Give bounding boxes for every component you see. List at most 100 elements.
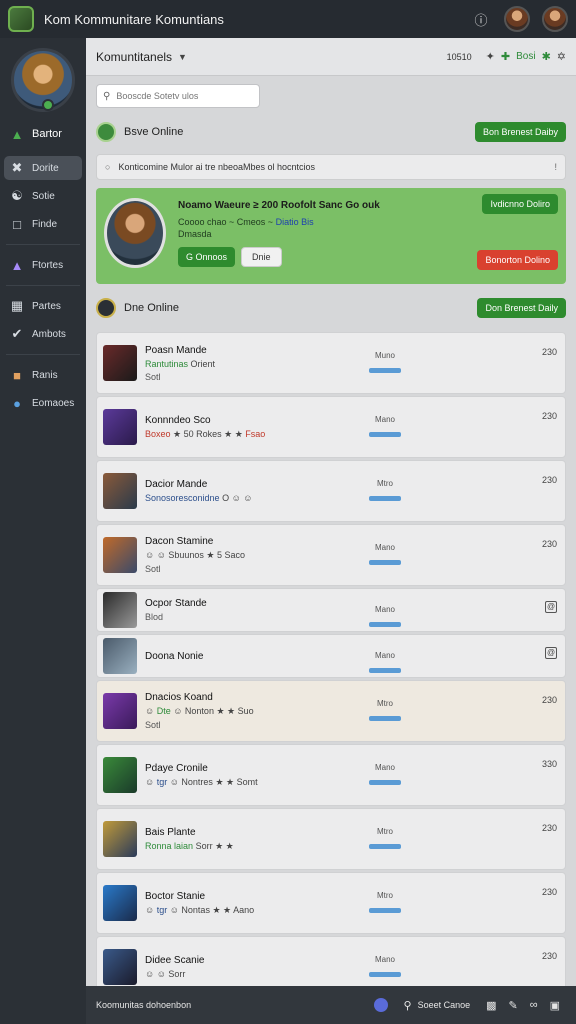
sidebar-item-dorite[interactable]: ✖ Dorite [4,156,82,180]
member-count: 230 [541,411,557,421]
list-item[interactable]: Doona Nonie Mano @ [96,634,566,678]
sidebar-item-ambots[interactable]: ✔ Ambots [4,322,82,346]
sidebar-item-ftortes[interactable]: ▲ Ftortes [4,253,82,277]
sidebar-item-label: Partes [32,300,61,312]
member-menu-icon[interactable]: @ [545,647,557,659]
member-status: Mano [369,763,401,790]
featured-top-button[interactable]: Ivdicnno Doliro [482,194,558,214]
list-item[interactable]: Dnacios Koand ☺ Dte ☺ Nonton ★ ★ Suo Sot… [96,680,566,742]
sidebar-item-eomaoes[interactable]: ● Eomaoes [4,391,82,415]
member-count: 230 [541,695,557,705]
sidebar-divider [6,285,80,286]
chat-icon[interactable]: ▩ [486,999,496,1012]
featured-bottom-button[interactable]: Bonorton Dolino [477,250,558,270]
list-item[interactable]: Bais Plante Ronna laian Sorr ★ ★ Mtro 23… [96,808,566,870]
sidebar-item-bartor[interactable]: ▲ Bartor [4,122,82,146]
list-item[interactable]: Ocpor Stande Blod Mano @ [96,588,566,632]
settings-icon[interactable]: ✡ [557,50,566,63]
sidebar-item-partes[interactable]: ▦ Partes [4,294,82,318]
online-section-header: Bsve Online Bon Brenest Daiby [86,112,576,152]
sidebar-item-finde[interactable]: □ Finde [4,212,82,236]
featured-tag: Diatio Bis [275,217,314,227]
panel-header: Komuntitanels ▼ 10510 ✦ ✚ Bosi ✱ ✡ [86,38,576,76]
edit-icon[interactable]: ✎ [509,999,518,1012]
status-text: Koomunitas dohoenbon [96,1000,192,1010]
controller-icon: ▲ [10,126,24,142]
member-count: 230 [541,951,557,961]
list-item[interactable]: Pdaye Cronile ☺ tgr ☺ Nontres ★ ★ Somt M… [96,744,566,806]
list-item[interactable]: Konnndeo Sco Boxeo ★ 50 Rokes ★ ★ Fsao M… [96,396,566,458]
window-title: Kom Kommunitare Komuntians [44,11,224,27]
done-section-header: Dne Online Don Brenest Daily [86,288,576,328]
sidebar-item-sotie[interactable]: ☯ Sotie [4,184,82,208]
help-icon[interactable]: ⓘ [470,8,492,30]
main-panel: Komuntitanels ▼ 10510 ✦ ✚ Bosi ✱ ✡ ⚲ Bsv… [86,38,576,986]
panel-title: Komuntitanels [96,49,173,64]
member-sub: ☺ ☺ Sbuunos ★ 5 Saco [145,550,246,560]
info-text: Konticomine Mulor ai tre nbeoaMbes ol ho… [118,162,316,172]
member-sub: Sonosoresconidne O ☺ ☺ [145,493,253,503]
member-name: Pdaye Cronile [145,762,208,774]
featured-right-actions: Ivdicnno Doliro Bonorton Dolino [477,194,558,270]
done-group-icon [96,298,116,318]
member-sub: ☺ Dte ☺ Nonton ★ ★ Suo [145,706,254,716]
member-status: Muno [369,351,401,378]
search-box[interactable]: ⚲ [96,84,260,108]
sidebar-item-label: Ftortes [32,259,64,271]
member-name: Boctor Stanie [145,890,206,902]
check-icon: ✔ [11,326,23,341]
member-count: 230 [541,539,557,549]
user-avatar[interactable] [542,6,568,32]
list-item[interactable]: Dacior Mande Sonosoresconidne O ☺ ☺ Mtro… [96,460,566,522]
search-icon: ⚲ [103,90,111,102]
member-menu-icon[interactable]: @ [545,601,557,613]
section-title: Dne Online [124,302,180,314]
member-count: 330 [541,759,557,769]
sidebar-divider [6,354,80,355]
friend-avatar[interactable] [504,6,530,32]
link-icon[interactable]: ∞ [530,999,538,1011]
featured-avatar [104,198,166,268]
section-title: Bsve Online [124,126,184,138]
member-thumb [103,592,137,628]
status-label: Soeet Canoe [417,1000,471,1010]
list-item[interactable]: Boctor Stanie ☺ tgr ☺ Nontas ★ ★ Aano Mt… [96,872,566,934]
member-status: Mtro [369,891,401,918]
add-user-icon[interactable]: ✚ [501,50,510,63]
member-name: Ocpor Stande [145,598,207,609]
member-name: Doona Nonie [145,650,204,662]
sidebar-item-ranis[interactable]: ■ Ranis [4,363,82,387]
done-action-button[interactable]: Don Brenest Daily [477,298,566,318]
star-icon[interactable]: ✱ [542,50,551,63]
sidebar-item-label: Dorite [32,162,59,174]
headset-icon: ☯ [11,188,23,203]
member-status: Mano [369,605,401,632]
member-sub: Ronna laian Sorr ★ ★ [145,840,234,851]
profile-avatar[interactable] [11,48,75,112]
featured-secondary-button[interactable]: Dnie [241,247,282,267]
online-action-button[interactable]: Bon Brenest Daiby [474,122,566,142]
member-sub: Boxeo ★ 50 Rokes ★ ★ Fsao [145,428,266,439]
chevron-down-icon[interactable]: ▼ [178,52,187,62]
header-label: Bosi [516,51,536,62]
search-input[interactable] [116,91,253,101]
expand-icon[interactable]: ▣ [550,999,560,1012]
member-sub3: Sotl [145,720,161,730]
list-item[interactable]: Poasn Mande Rantutinas Orient Sotl Muno … [96,332,566,394]
member-count: 230 [541,475,557,485]
member-status: Mtro [369,699,401,726]
featured-card: Noamo Waeure ≥ 200 Roofolt Sanc Go ouk C… [96,188,566,284]
featured-sub-prefix: Coooo chao ~ Cmeos ~ [178,217,274,227]
user-icon[interactable]: ⚲ [404,999,412,1012]
search-wrap: ⚲ [86,80,576,112]
map-icon: ▦ [10,298,24,313]
member-sub3: Blod [145,612,164,622]
list-item[interactable]: Didee Scanie ☺ ☺ Sorr Mano 230 [96,936,566,986]
notification-badge[interactable] [373,998,388,1012]
member-name: Konnndeo Sco [145,414,211,426]
member-sub3: Sotl [145,564,161,574]
pin-icon[interactable]: ✦ [486,50,495,63]
list-item[interactable]: Dacon Stamine ☺ ☺ Sbuunos ★ 5 Saco Sotl … [96,524,566,586]
featured-primary-button[interactable]: G Onnoos [178,247,236,267]
member-sub: ☺ tgr ☺ Nontas ★ ★ Aano [145,904,255,915]
